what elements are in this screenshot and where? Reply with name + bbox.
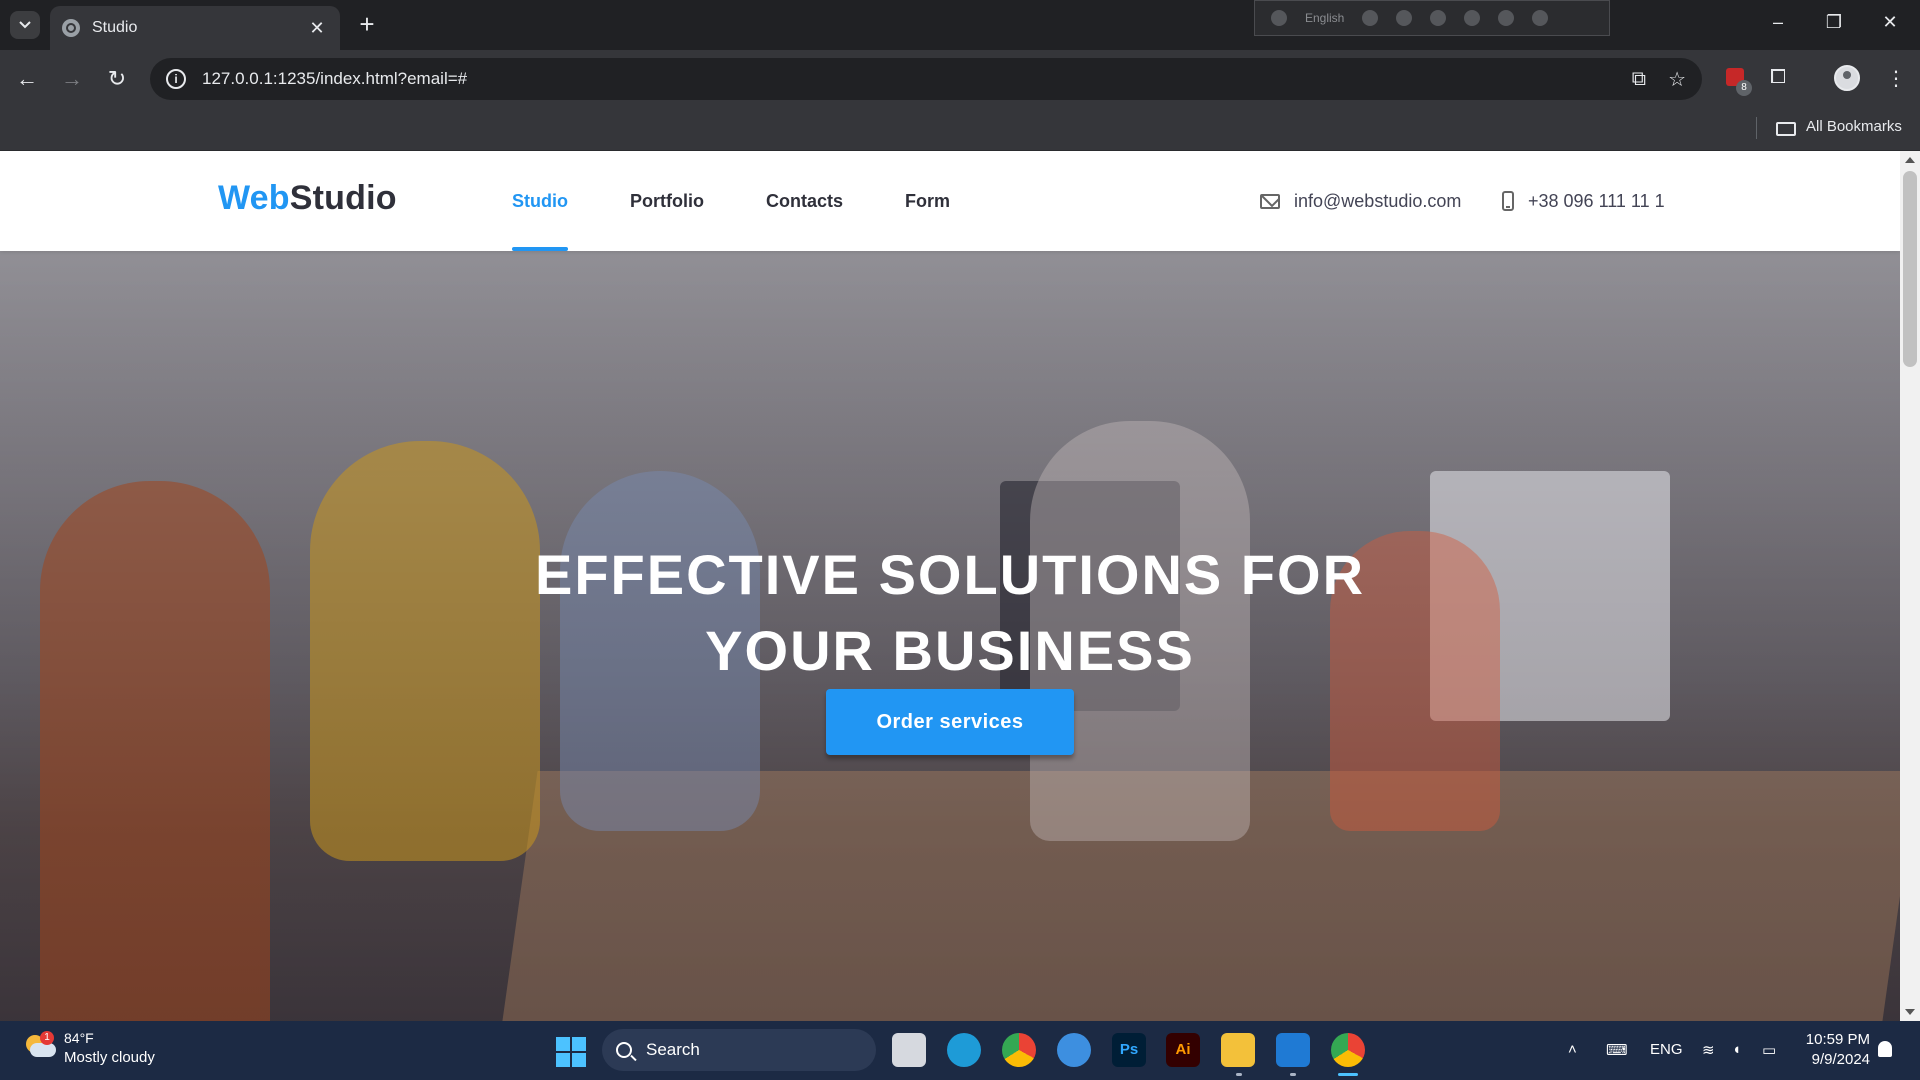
chrome-icon[interactable] xyxy=(1002,1033,1036,1067)
phone-icon xyxy=(1502,191,1514,211)
address-bar[interactable]: i 127.0.0.1:1235/index.html?email=# ⧉ ☆ xyxy=(150,58,1702,100)
extensions-puzzle-icon[interactable]: ⧠ xyxy=(1770,66,1786,89)
tab-title: Studio xyxy=(92,19,138,36)
extension-overlay-panel: English xyxy=(1254,0,1610,36)
hero-section: EFFECTIVE SOLUTIONS FOR YOUR BUSINESS Or… xyxy=(0,251,1900,1021)
extension-help-icon[interactable] xyxy=(1498,10,1515,26)
running-indicator xyxy=(1236,1073,1242,1076)
chrome-active-icon[interactable] xyxy=(1331,1033,1365,1067)
url-text[interactable]: 127.0.0.1:1235/index.html?email=# xyxy=(202,69,1610,89)
browser-alt-icon[interactable] xyxy=(1057,1033,1091,1067)
weather-description[interactable]: Mostly cloudy xyxy=(64,1049,155,1066)
extension-settings-icon[interactable] xyxy=(1430,10,1447,26)
all-bookmarks-button[interactable]: All Bookmarks xyxy=(1806,118,1902,135)
illustrator-icon[interactable]: Ai xyxy=(1166,1033,1200,1067)
wifi-icon[interactable]: ≋ xyxy=(1702,1041,1715,1059)
battery-icon[interactable]: ▭ xyxy=(1762,1041,1776,1059)
nav-link-portfolio[interactable]: Portfolio xyxy=(630,151,704,251)
nav-link-studio[interactable]: Studio xyxy=(512,151,568,251)
scroll-up-icon[interactable] xyxy=(1905,157,1915,163)
restore-icon[interactable]: ❐ xyxy=(1814,12,1854,33)
phone-contact[interactable]: +38 096 111 11 1 xyxy=(1502,151,1665,251)
site-header: WebStudio Studio Portfolio Contacts Form… xyxy=(0,151,1900,251)
reload-icon[interactable]: ↻ xyxy=(102,64,132,94)
browser-tab-strip: Studio ✕ + English – ❐ ✕ xyxy=(0,0,1920,50)
tab-search-button[interactable] xyxy=(10,11,40,39)
extension-badge: 8 xyxy=(1736,80,1752,96)
hero-title-line: YOUR BUSINESS xyxy=(705,618,1195,682)
windows-taskbar: 1 84°F Mostly cloudy Search Ps Ai ˄ ⌨ EN… xyxy=(0,1021,1920,1080)
logo-main-text: Studio xyxy=(289,179,397,217)
page-scrollbar[interactable] xyxy=(1900,151,1920,1021)
windows-start-icon[interactable] xyxy=(556,1037,586,1067)
hero-photo-ceiling xyxy=(0,251,1900,481)
bookmark-star-icon[interactable]: ☆ xyxy=(1668,67,1686,92)
taskbar-search[interactable]: Search xyxy=(602,1029,876,1071)
language-indicator[interactable]: ENG xyxy=(1650,1041,1683,1058)
kebab-menu-icon[interactable]: ⋮ xyxy=(1886,66,1906,91)
phone-link[interactable]: +38 096 111 11 1 xyxy=(1528,191,1665,212)
clock-date[interactable]: 9/9/2024 xyxy=(1804,1051,1870,1068)
running-indicator xyxy=(1290,1073,1296,1076)
translate-icon[interactable]: ⧉ xyxy=(1632,68,1646,91)
new-tab-button[interactable]: + xyxy=(352,10,382,40)
clock-time[interactable]: 10:59 PM xyxy=(1804,1031,1870,1048)
hero-title: EFFECTIVE SOLUTIONS FOR YOUR BUSINESS xyxy=(450,537,1450,689)
search-icon xyxy=(616,1042,632,1058)
weather-alert-badge: 1 xyxy=(40,1031,54,1045)
file-explorer-icon[interactable] xyxy=(1221,1033,1255,1067)
folder-icon[interactable] xyxy=(1776,122,1796,136)
active-indicator xyxy=(1338,1073,1358,1076)
edge-icon[interactable] xyxy=(947,1033,981,1067)
hero-photo-person xyxy=(40,481,270,1021)
close-tab-icon[interactable]: ✕ xyxy=(306,18,328,39)
photoshop-icon[interactable]: Ps xyxy=(1112,1033,1146,1067)
bookmarks-divider xyxy=(1756,117,1757,139)
search-label: Search xyxy=(646,1040,700,1059)
browser-tab[interactable]: Studio ✕ xyxy=(50,6,340,50)
volume-icon[interactable]: ◖ xyxy=(1732,1041,1741,1058)
mail-icon xyxy=(1260,193,1280,209)
chevron-up-icon[interactable]: ˄ xyxy=(1568,1041,1577,1058)
site-info-icon[interactable]: i xyxy=(166,69,186,89)
minimize-icon[interactable]: – xyxy=(1758,12,1798,33)
email-link[interactable]: info@webstudio.com xyxy=(1294,191,1461,212)
bookmarks-bar: All Bookmarks xyxy=(0,108,1920,151)
extension-logo-icon[interactable] xyxy=(1271,10,1287,26)
forward-arrow-icon[interactable]: → xyxy=(57,64,87,94)
site-logo[interactable]: WebStudio xyxy=(218,179,397,218)
vscode-icon[interactable] xyxy=(1276,1033,1310,1067)
nav-link-form[interactable]: Form xyxy=(905,151,950,251)
email-contact[interactable]: info@webstudio.com xyxy=(1260,151,1461,251)
chevron-down-icon xyxy=(19,21,31,29)
language-selector[interactable]: English xyxy=(1305,11,1344,25)
main-nav: Studio Portfolio Contacts Form xyxy=(512,151,950,251)
nav-link-contacts[interactable]: Contacts xyxy=(766,151,843,251)
logo-accent-text: Web xyxy=(218,179,290,217)
scrollbar-thumb[interactable] xyxy=(1903,171,1917,367)
keyboard-icon[interactable]: ⌨ xyxy=(1606,1041,1628,1059)
extension-tool-icon[interactable] xyxy=(1362,10,1379,26)
notification-bell-icon[interactable] xyxy=(1878,1041,1892,1057)
extension-tool-icon[interactable] xyxy=(1396,10,1413,26)
scroll-down-icon[interactable] xyxy=(1905,1009,1915,1015)
profile-avatar[interactable] xyxy=(1834,65,1860,91)
hero-title-line: EFFECTIVE SOLUTIONS FOR xyxy=(534,542,1366,606)
globe-icon xyxy=(62,19,80,37)
extension-info-icon[interactable] xyxy=(1532,10,1549,26)
task-view-icon[interactable] xyxy=(892,1033,926,1067)
back-arrow-icon[interactable]: ← xyxy=(12,64,42,94)
browser-toolbar: ← → ↻ i 127.0.0.1:1235/index.html?email=… xyxy=(0,50,1920,108)
weather-temperature[interactable]: 84°F xyxy=(64,1030,94,1046)
order-services-button[interactable]: Order services xyxy=(826,689,1074,755)
extension-edge-icon[interactable] xyxy=(1464,10,1481,26)
close-window-icon[interactable]: ✕ xyxy=(1870,12,1910,33)
page-viewport: WebStudio Studio Portfolio Contacts Form… xyxy=(0,151,1900,1021)
